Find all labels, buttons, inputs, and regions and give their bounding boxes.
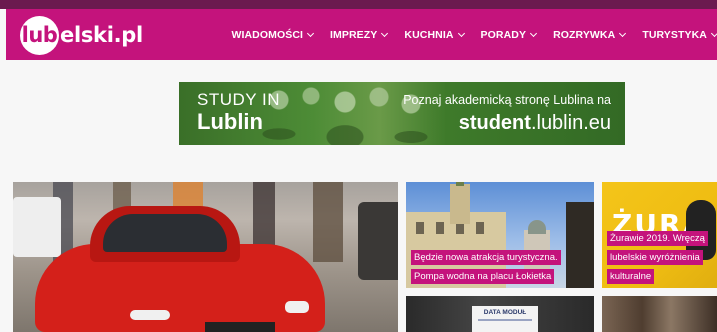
crowd-photo — [602, 296, 717, 332]
chevron-down-icon — [530, 29, 538, 37]
article-caption: Będzie nowa atrakcja turystyczna. Pompa … — [406, 244, 564, 288]
dark-car-image — [358, 202, 398, 280]
nav-item-label: KUCHNIA — [404, 28, 454, 41]
chevron-down-icon — [619, 29, 627, 37]
nav-item-wiadomosci[interactable]: WIADOMOŚCI — [231, 28, 315, 41]
featured-article-tile[interactable] — [13, 182, 398, 332]
banner-url-bold: student — [458, 111, 531, 134]
banner-url: student.lublin.eu — [403, 113, 611, 133]
top-strip — [0, 0, 717, 9]
town-hall-tower — [450, 184, 470, 224]
article-tile-crowd[interactable] — [602, 296, 717, 332]
nav-item-turystyka[interactable]: TURYSTYKA — [642, 29, 717, 41]
nav-item-label: TURYSTYKA — [642, 28, 707, 41]
logo-badge: lub — [20, 15, 59, 55]
logo-circle-text: lub — [21, 23, 58, 47]
nav-item-label: PORADY — [480, 28, 527, 41]
site-header: lub elski.pl WIADOMOŚCI IMPREZY KUCHNIA … — [6, 9, 717, 60]
banner-tagline: Poznaj akademicką stronę Lublina na — [403, 93, 611, 107]
logo-text: elski.pl — [60, 23, 143, 47]
main-nav: WIADOMOŚCI IMPREZY KUCHNIA PORADY ROZRYW… — [214, 9, 717, 60]
nav-item-kuchnia[interactable]: KUCHNIA — [404, 28, 465, 41]
chevron-down-icon — [306, 29, 315, 37]
chevron-down-icon — [710, 29, 717, 37]
article-tile-data-modul[interactable]: DATA MODUŁ — [406, 296, 594, 332]
red-car-image — [35, 206, 335, 332]
banner-url-rest: .lublin.eu — [530, 111, 611, 134]
article-title: Będzie nowa atrakcja turystyczna. Pompa … — [411, 250, 561, 284]
article-tile-pompa-wodna[interactable]: Będzie nowa atrakcja turystyczna. Pompa … — [406, 182, 594, 288]
nav-item-porady[interactable]: PORADY — [480, 28, 538, 41]
nav-item-rozrywka[interactable]: ROZRYWKA — [553, 28, 627, 41]
tree-silhouette — [566, 202, 594, 288]
article-title: Żurawie 2019. Wręczą lubelskie wyróżnien… — [607, 231, 708, 284]
banner-study-in: STUDY IN — [197, 90, 281, 109]
banner-right-text: Poznaj akademicką stronę Lublina na stud… — [403, 94, 611, 133]
nav-item-label: ROZRYWKA — [553, 28, 616, 41]
ad-banner-study-in-lublin[interactable]: STUDY IN Lublin Poznaj akademicką stronę… — [179, 82, 625, 145]
chevron-down-icon — [457, 29, 465, 37]
banner-lublin: Lublin — [197, 109, 263, 134]
site-logo[interactable]: lub elski.pl — [20, 15, 143, 55]
page: lub elski.pl WIADOMOŚCI IMPREZY KUCHNIA … — [0, 0, 717, 332]
screen-text: DATA MODUŁ — [483, 309, 527, 316]
tower-spire — [456, 182, 464, 186]
nav-item-imprezy[interactable]: IMPREZY — [330, 28, 389, 41]
presentation-screen: DATA MODUŁ — [472, 306, 538, 332]
article-tile-zurawie[interactable]: ŻURA Żurawie 2019. Wręczą lubelskie wyró… — [602, 182, 717, 288]
church-dome — [528, 220, 546, 234]
article-caption: Żurawie 2019. Wręczą lubelskie wyróżnien… — [602, 225, 717, 288]
banner-left-text: STUDY IN Lublin — [197, 91, 280, 133]
nav-item-label: WIADOMOŚCI — [231, 28, 304, 41]
chevron-down-icon — [381, 29, 389, 37]
screen-subtext-line — [478, 319, 532, 321]
nav-item-label: IMPREZY — [330, 28, 378, 41]
